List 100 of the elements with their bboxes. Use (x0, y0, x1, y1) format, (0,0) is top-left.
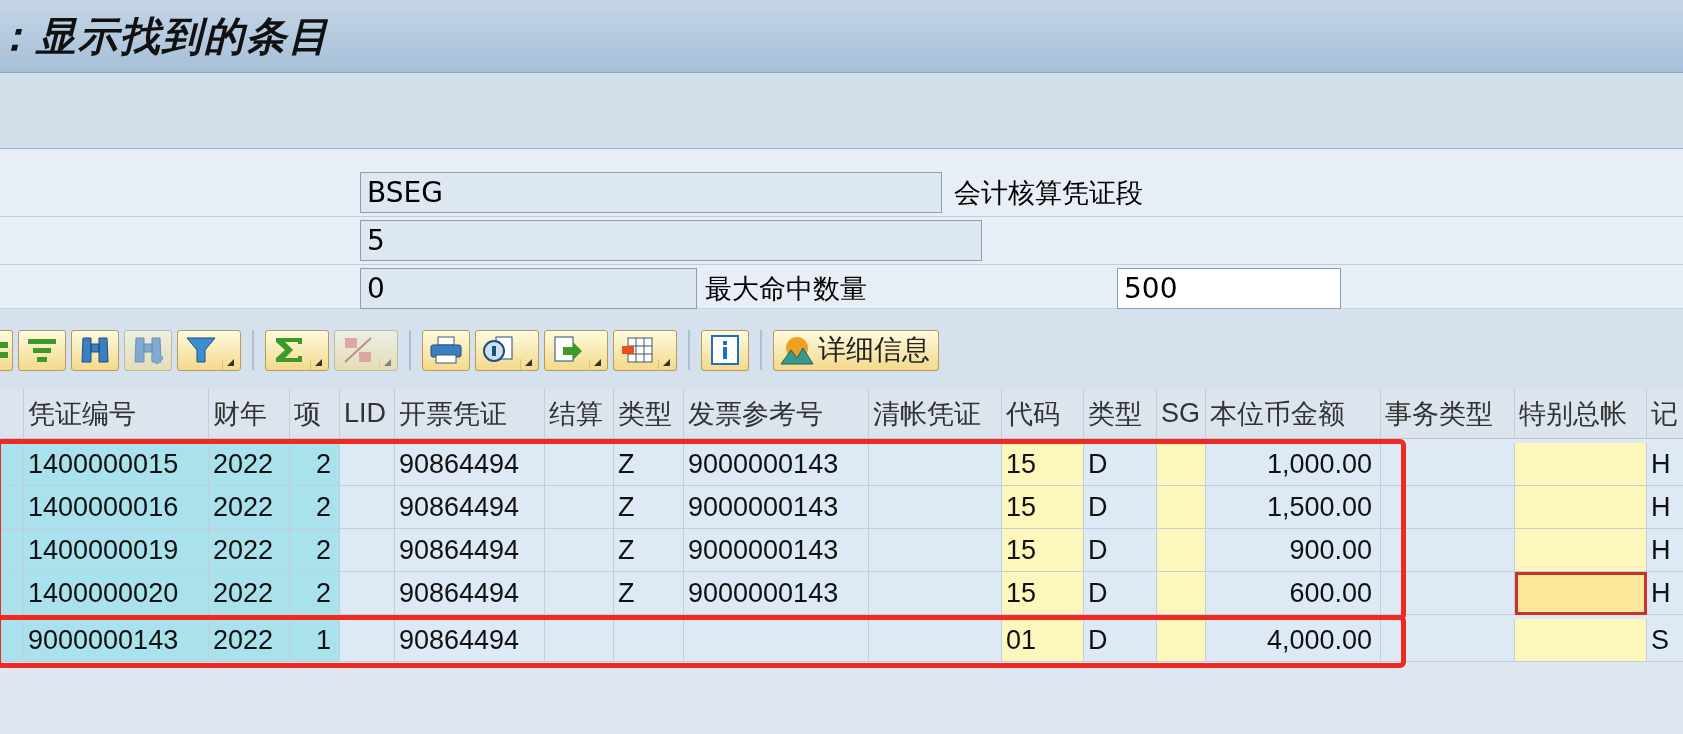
table-cell[interactable] (1515, 486, 1647, 529)
max-hits-field[interactable]: 500 (1117, 268, 1341, 309)
table-cell: 2 (290, 443, 340, 486)
column-header[interactable]: 特别总帐 (1515, 389, 1647, 439)
table-cell[interactable] (1515, 443, 1647, 486)
filter-button[interactable] (18, 329, 66, 371)
table-cell: 15 (1002, 572, 1084, 615)
binoculars-icon (78, 334, 112, 366)
funnel-icon (184, 334, 218, 366)
table-cell[interactable] (1515, 529, 1647, 572)
table-cell: 2022 (209, 529, 290, 572)
form-field[interactable]: BSEG (360, 172, 942, 213)
table-cell: 2022 (209, 619, 290, 662)
info-icon (708, 334, 742, 366)
table-cell: H (1647, 529, 1683, 572)
info-button[interactable] (701, 329, 749, 371)
documents-button[interactable] (475, 329, 539, 371)
table-cell: 2 (290, 486, 340, 529)
table-cell (0, 572, 24, 615)
table-cell (614, 619, 684, 662)
form-field[interactable]: 0 (360, 268, 697, 309)
table-cell: 4,000.00 (1206, 619, 1381, 662)
table-cell: 90864494 (395, 619, 545, 662)
export-button[interactable] (544, 329, 608, 371)
printer-button[interactable] (422, 329, 470, 371)
field-label: 最大命中数量 (705, 272, 868, 306)
table-cell: Z (614, 443, 684, 486)
table-cell: Z (614, 529, 684, 572)
table-cell: 01 (1002, 619, 1084, 662)
binoculars-button[interactable] (71, 329, 119, 371)
layout-icon (620, 334, 654, 366)
table-cell (545, 572, 614, 615)
column-header[interactable]: 财年 (209, 389, 290, 439)
column-header[interactable]: 事务类型 (1381, 389, 1515, 439)
table-cell: 90864494 (395, 443, 545, 486)
column-header[interactable]: SG (1157, 389, 1206, 439)
table-cell: 1400000020 (24, 572, 209, 615)
funnel-button[interactable] (177, 329, 241, 371)
table-cell (1157, 529, 1206, 572)
window-title: ：显示找到的条目 (0, 10, 330, 61)
table-cell: Z (614, 572, 684, 615)
column-header[interactable]: 清帐凭证 (869, 389, 1002, 439)
column-header[interactable]: 项 (290, 389, 340, 439)
sort-button[interactable] (0, 329, 13, 371)
form-field[interactable]: 5 (360, 220, 982, 261)
table-cell: 2022 (209, 486, 290, 529)
focused-cell[interactable] (1515, 572, 1647, 615)
column-header[interactable]: 凭证编号 (24, 389, 209, 439)
table-cell: 9000000143 (684, 486, 869, 529)
table-cell (1157, 619, 1206, 662)
table-cell (1157, 572, 1206, 615)
table-cell: 9000000143 (684, 529, 869, 572)
table-cell (545, 619, 614, 662)
table-cell (545, 443, 614, 486)
dropdown-arrow-icon (594, 358, 601, 366)
details-button[interactable]: 详细信息 (773, 329, 939, 371)
table-cell: 2 (290, 572, 340, 615)
column-header[interactable]: 本位币金额 (1206, 389, 1381, 439)
table-cell: Z (614, 486, 684, 529)
table-cell: 90864494 (395, 529, 545, 572)
table-cell: 15 (1002, 529, 1084, 572)
mountain-icon (780, 334, 814, 366)
table-cell: 2022 (209, 572, 290, 615)
table-cell: 15 (1002, 443, 1084, 486)
table-cell: 90864494 (395, 572, 545, 615)
column-header[interactable]: 代码 (1002, 389, 1084, 439)
column-header[interactable]: 类型 (614, 389, 684, 439)
table-cell (0, 486, 24, 529)
column-header[interactable]: LID (340, 389, 395, 439)
table-cell: 1,000.00 (1206, 443, 1381, 486)
table-cell (545, 486, 614, 529)
table-cell: 9000000143 (24, 619, 209, 662)
table-cell (340, 572, 395, 615)
column-header[interactable]: 结算 (545, 389, 614, 439)
sigma-button[interactable] (265, 329, 329, 371)
table-cell (1157, 486, 1206, 529)
table-cell: H (1647, 443, 1683, 486)
dropdown-arrow-icon (227, 358, 234, 366)
table-cell: H (1647, 572, 1683, 615)
field-description: 会计核算凭证段 (954, 176, 1143, 210)
column-header[interactable]: 类型 (1084, 389, 1157, 439)
dropdown-arrow-icon (663, 358, 670, 366)
layout-button[interactable] (613, 329, 677, 371)
table-cell[interactable] (1515, 619, 1647, 662)
table-cell: 1 (290, 619, 340, 662)
binoculars-plus-icon (131, 334, 165, 366)
printer-icon (429, 334, 463, 366)
table-cell (340, 443, 395, 486)
table-cell: 1400000019 (24, 529, 209, 572)
table-cell: D (1084, 619, 1157, 662)
table-cell: D (1084, 443, 1157, 486)
table-cell: 9000000143 (684, 572, 869, 615)
table-cell: 2022 (209, 443, 290, 486)
column-header[interactable]: 开票凭证 (395, 389, 545, 439)
table-cell (545, 529, 614, 572)
table-cell (340, 486, 395, 529)
column-header[interactable]: 发票参考号 (684, 389, 869, 439)
dropdown-arrow-icon (315, 358, 322, 366)
table-cell: 600.00 (1206, 572, 1381, 615)
dropdown-arrow-icon (525, 358, 532, 366)
